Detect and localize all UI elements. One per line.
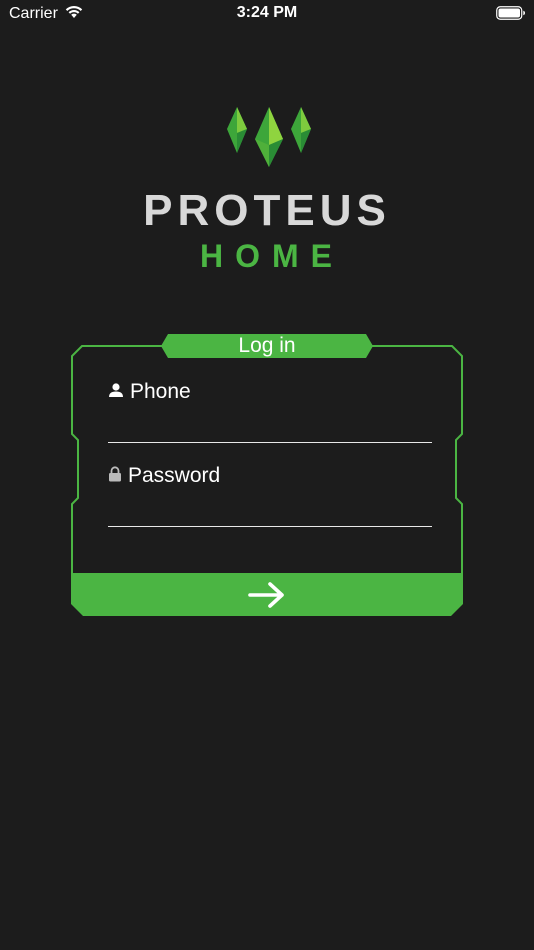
phone-label: Phone: [108, 380, 432, 404]
lock-icon: [108, 464, 128, 488]
status-time: 3:24 PM: [236, 4, 298, 21]
user-icon: [108, 380, 130, 404]
phone-field: Phone: [108, 380, 432, 443]
login-screen: Carrier 3:24 PM PROTEUS HOME Log in Phon…: [0, 0, 534, 950]
password-label-text: Password: [128, 464, 221, 487]
battery-icon: [496, 6, 526, 25]
phone-input[interactable]: [108, 420, 432, 443]
login-title: Log in: [238, 334, 296, 357]
logo-title: PROTEUS: [143, 186, 391, 235]
status-bar: Carrier 3:24 PM: [0, 0, 534, 28]
password-input[interactable]: [108, 504, 432, 527]
logo-icon: [225, 105, 313, 169]
logo-subtitle: HOME: [200, 238, 344, 274]
submit-button[interactable]: [71, 573, 463, 616]
phone-label-text: Phone: [130, 380, 191, 403]
password-field: Password: [108, 464, 432, 527]
password-label: Password: [108, 464, 432, 488]
